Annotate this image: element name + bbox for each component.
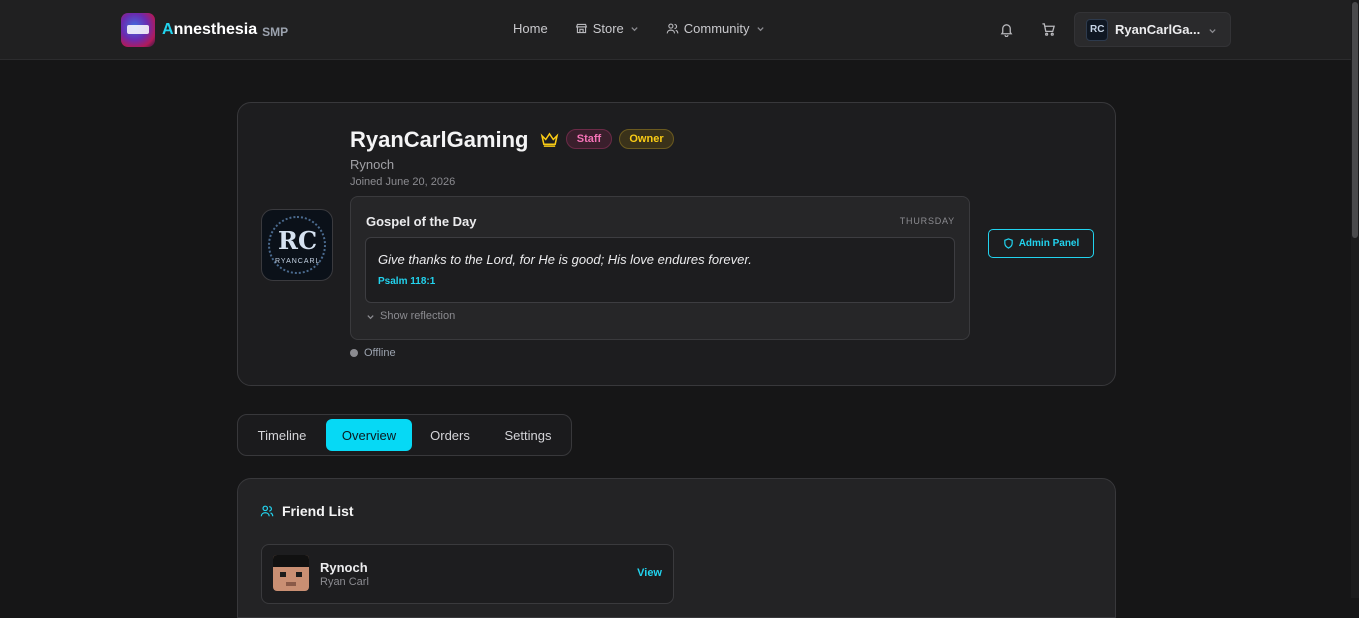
gospel-title: Gospel of the Day xyxy=(366,214,477,229)
tab-timeline[interactable]: Timeline xyxy=(246,419,318,451)
chevron-down-icon xyxy=(631,27,638,32)
user-menu-button[interactable]: RyanCarlGa... xyxy=(1074,12,1231,47)
admin-panel-label: Admin Panel xyxy=(1018,238,1080,249)
friend-subtitle: Ryan Carl xyxy=(320,576,369,588)
status-label: Offline xyxy=(364,347,396,359)
friend-name: Rynoch xyxy=(320,560,368,575)
users-icon xyxy=(666,23,679,34)
shield-icon xyxy=(1003,238,1013,249)
tab-settings[interactable]: Settings xyxy=(492,419,564,451)
avatar-caption: RYANCARL xyxy=(275,258,321,265)
gospel-verse-box: Give thanks to the Lord, for He is good;… xyxy=(365,237,955,303)
tab-orders[interactable]: Orders xyxy=(418,419,482,451)
tab-overview[interactable]: Overview xyxy=(326,419,412,451)
nav-store-label: Store xyxy=(592,21,624,36)
brand-name-rest: nnesthesia xyxy=(173,21,258,38)
users-icon xyxy=(260,505,274,517)
gospel-reference: Psalm 118:1 xyxy=(378,276,436,287)
view-friend-button[interactable]: View xyxy=(637,567,662,579)
friend-list-title: Friend List xyxy=(282,503,354,519)
show-reflection-toggle[interactable]: Show reflection xyxy=(366,310,455,322)
page-scrollbar[interactable] xyxy=(1351,0,1359,598)
store-icon xyxy=(575,23,587,34)
friend-list-header: Friend List xyxy=(260,503,354,519)
cart-icon[interactable] xyxy=(1041,22,1056,37)
gospel-of-the-day-panel: Gospel of the Day THURSDAY Give thanks t… xyxy=(350,196,970,340)
brand-logo xyxy=(121,13,155,47)
nav-home-label: Home xyxy=(513,21,548,36)
chevron-down-icon xyxy=(756,27,764,32)
friend-avatar xyxy=(273,555,309,591)
gospel-verse: Give thanks to the Lord, for He is good;… xyxy=(378,252,752,267)
brand-first-letter: A xyxy=(162,21,174,38)
top-navbar: Annesthesia SMP Home Store Community Rya… xyxy=(0,0,1351,60)
nav-community-label: Community xyxy=(683,21,750,36)
chevron-down-icon xyxy=(1209,29,1216,34)
brand-name: Annesthesia xyxy=(162,21,257,39)
scrollbar-thumb[interactable] xyxy=(1352,2,1358,238)
show-reflection-label: Show reflection xyxy=(380,310,456,322)
profile-card: RC RYANCARL RyanCarlGaming Staff Owner R… xyxy=(237,102,1116,386)
admin-panel-button[interactable]: Admin Panel xyxy=(988,229,1094,258)
nav-home[interactable]: Home xyxy=(513,21,548,36)
user-avatar xyxy=(1086,18,1108,41)
online-status: Offline xyxy=(350,347,396,359)
main-nav: Home Store Community xyxy=(513,21,792,36)
nav-community[interactable]: Community xyxy=(666,21,765,36)
profile-name: RyanCarlGaming xyxy=(350,127,529,152)
staff-badge: Staff xyxy=(566,129,612,149)
bell-icon[interactable] xyxy=(999,22,1014,37)
avatar-initials: RC xyxy=(278,226,318,255)
profile-handle: Rynoch xyxy=(350,157,395,172)
brand-suffix: SMP xyxy=(262,24,289,39)
profile-joined-date: Joined June 20, 2026 xyxy=(350,176,456,188)
status-dot xyxy=(350,349,358,357)
gospel-day: THURSDAY xyxy=(899,216,955,226)
list-item[interactable]: Rynoch Ryan Carl View xyxy=(261,544,674,604)
nav-store[interactable]: Store xyxy=(575,21,639,36)
profile-avatar: RC RYANCARL xyxy=(261,209,333,281)
header-actions xyxy=(999,22,1083,37)
chevron-down-icon xyxy=(367,314,374,319)
user-menu-name: RyanCarlGa... xyxy=(1115,22,1201,37)
owner-badge: Owner xyxy=(619,129,674,149)
profile-tabs: Timeline Overview Orders Settings xyxy=(237,414,572,456)
brand[interactable]: Annesthesia SMP xyxy=(121,13,288,47)
crown-icon xyxy=(540,132,559,147)
friend-list-card: Friend List Rynoch Ryan Carl View xyxy=(237,478,1116,618)
